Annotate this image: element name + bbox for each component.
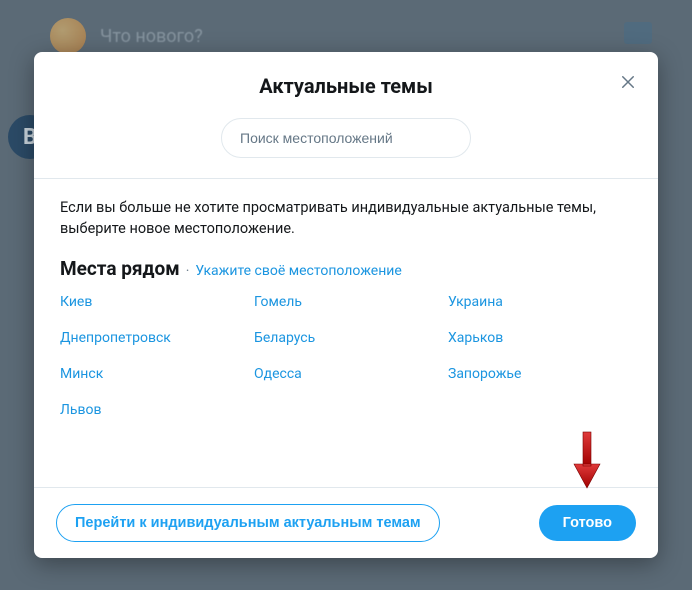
location-link[interactable]: Беларусь <box>254 330 315 346</box>
nearby-header: Места рядом · Укажите своё местоположени… <box>60 257 632 280</box>
location-link[interactable]: Львов <box>60 402 102 418</box>
close-icon <box>619 73 637 91</box>
trends-modal: Актуальные темы Если вы больше не хотите… <box>34 52 658 558</box>
done-button[interactable]: Готово <box>539 505 636 541</box>
close-button[interactable] <box>616 70 640 94</box>
nearby-separator: · <box>186 263 190 279</box>
modal-header: Актуальные темы <box>34 52 658 114</box>
nearby-title: Места рядом <box>60 257 180 280</box>
location-grid: Киев Гомель Украина Днепропетровск Беларусь Х… <box>60 294 632 418</box>
personalized-trends-button[interactable]: Перейти к индивидуальным актуальным тема… <box>56 504 440 542</box>
location-search-input[interactable] <box>221 118 471 158</box>
image-icon <box>624 22 652 44</box>
location-link[interactable]: Киев <box>60 294 92 310</box>
modal-footer: Перейти к индивидуальным актуальным тема… <box>34 487 658 558</box>
location-link[interactable]: Минск <box>60 366 103 382</box>
nearby-section: Места рядом · Укажите своё местоположени… <box>34 257 658 428</box>
bg-prompt-text: Что нового? <box>100 26 203 47</box>
avatar <box>50 18 86 54</box>
search-wrap <box>34 114 658 178</box>
modal-title: Актуальные темы <box>54 74 638 98</box>
location-link[interactable]: Украина <box>448 294 503 310</box>
location-link[interactable]: Днепропетровск <box>60 330 171 346</box>
set-location-link[interactable]: Укажите своё местоположение <box>195 263 401 279</box>
location-link[interactable]: Гомель <box>254 294 302 310</box>
location-link[interactable]: Харьков <box>448 330 503 346</box>
location-link[interactable]: Запорожье <box>448 366 521 382</box>
location-link[interactable]: Одесса <box>254 366 302 382</box>
bg-compose-hint: Что нового? <box>50 18 203 54</box>
modal-description: Если вы больше не хотите просматривать и… <box>34 179 658 257</box>
